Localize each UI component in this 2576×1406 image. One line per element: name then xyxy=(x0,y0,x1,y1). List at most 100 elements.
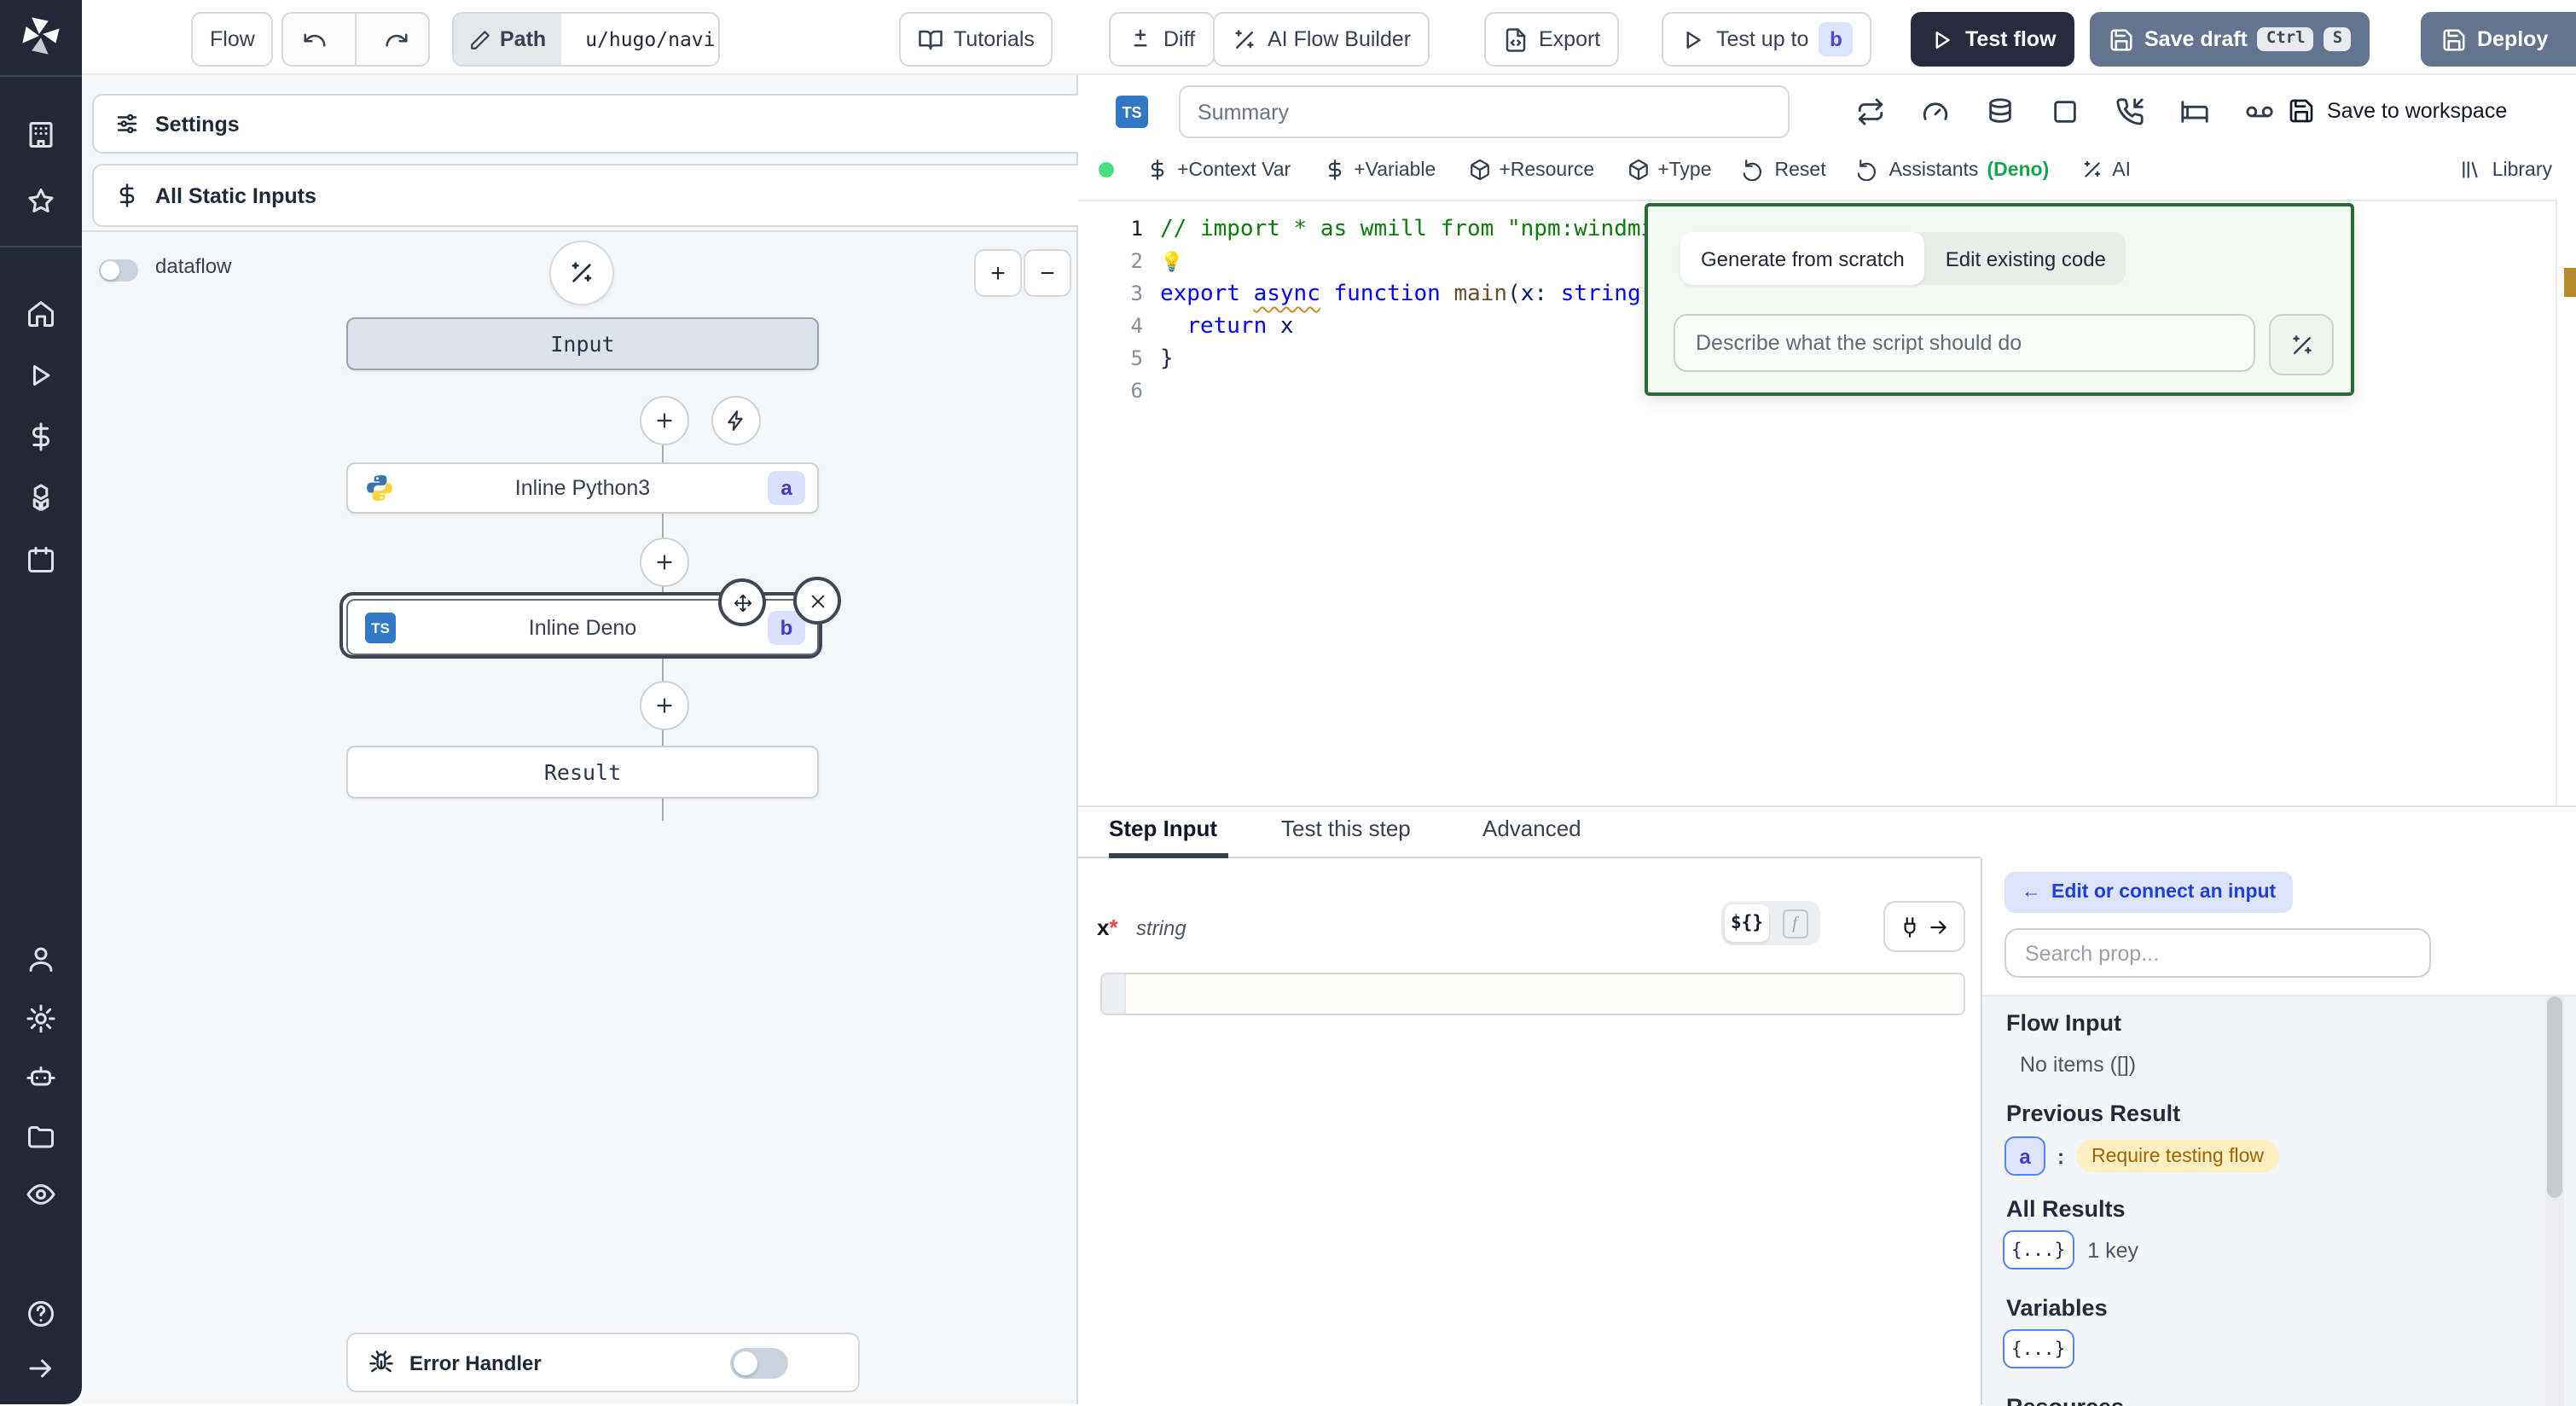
cache-icon[interactable] xyxy=(1986,97,2015,126)
add-step-button[interactable] xyxy=(640,396,689,445)
path-input[interactable] xyxy=(571,27,720,51)
edit-or-connect-button[interactable]: ← Edit or connect an input xyxy=(2005,872,2293,913)
function-mode-button[interactable]: f xyxy=(1772,904,1817,942)
zoom-out-button[interactable]: − xyxy=(1024,249,1071,297)
tutorials-button[interactable]: Tutorials xyxy=(899,12,1053,67)
flow-input-empty: No items ([]) xyxy=(2020,1053,2136,1077)
action-reset[interactable]: Reset xyxy=(1744,159,1826,181)
template-mode-button[interactable]: ${} xyxy=(1725,904,1769,942)
sliders-icon xyxy=(114,111,140,137)
action--resource[interactable]: +Resource xyxy=(1468,159,1594,181)
export-button[interactable]: Export xyxy=(1484,12,1619,67)
lightbulb-icon[interactable]: 💡 xyxy=(1160,251,1183,273)
test-flow-button[interactable]: Test flow xyxy=(1911,12,2075,67)
early-stop-icon[interactable] xyxy=(2051,97,2080,126)
search-prop-input[interactable] xyxy=(2005,928,2431,978)
delete-node-button[interactable] xyxy=(793,577,841,625)
scrollbar-track[interactable] xyxy=(2545,996,2564,1406)
expand-icon[interactable] xyxy=(26,1353,56,1384)
deploy-label: Deploy xyxy=(2477,27,2548,51)
line-number: 4 xyxy=(1078,311,1143,343)
field-x-input[interactable] xyxy=(1126,974,1964,1014)
add-step-button[interactable] xyxy=(640,537,689,587)
tab-advanced[interactable]: Advanced xyxy=(1482,816,1581,841)
line-number: 5 xyxy=(1078,343,1143,375)
save-draft-button[interactable]: Save draft Ctrl S xyxy=(2090,12,2370,67)
mock-icon[interactable] xyxy=(2245,97,2274,126)
node-input[interactable]: Input xyxy=(346,317,819,370)
concurrency-icon[interactable] xyxy=(1921,97,1950,126)
deploy-split-button: Deploy xyxy=(2421,12,2576,67)
node-result[interactable]: Result xyxy=(346,746,819,799)
scrollbar-thumb[interactable] xyxy=(2547,996,2562,1198)
wand-sparkles-icon xyxy=(1232,26,1257,52)
flow-settings-card[interactable]: Settings xyxy=(92,94,1109,154)
code-text: export async function main(x: string) { xyxy=(1160,278,1681,311)
tab-test-this-step[interactable]: Test this step xyxy=(1281,816,1411,841)
error-handler-toggle[interactable] xyxy=(730,1348,788,1379)
field-type: string xyxy=(1136,916,1186,940)
add-step-button[interactable] xyxy=(640,681,689,730)
retry-icon[interactable] xyxy=(1856,97,1885,126)
schedules-icon[interactable] xyxy=(26,544,56,575)
action-ai[interactable]: AI xyxy=(2081,159,2131,181)
action-label: +Variable xyxy=(1354,160,1436,180)
undo-button[interactable] xyxy=(283,14,345,65)
save-to-workspace-button[interactable]: Save to workspace xyxy=(2288,97,2507,125)
ai-generate-button[interactable] xyxy=(2269,314,2334,375)
ai-builder-circle-button[interactable] xyxy=(549,241,614,305)
library-button[interactable]: Library xyxy=(2460,159,2552,181)
reset-icon xyxy=(1859,159,1881,181)
step-editor-header: TS Save to workspace +Context Var+Variab… xyxy=(1078,75,2576,200)
flow-type-button[interactable]: Flow xyxy=(191,12,274,67)
action-assistants[interactable]: Assistants(Deno) xyxy=(1859,159,2050,181)
deploy-button[interactable]: Deploy xyxy=(2422,14,2567,65)
arrow-left-icon: ← xyxy=(2022,882,2041,903)
help-icon[interactable] xyxy=(26,1299,56,1329)
dataflow-toggle[interactable] xyxy=(99,259,138,282)
ai-flow-builder-button[interactable]: AI Flow Builder xyxy=(1213,12,1430,67)
kbd-ctrl: Ctrl xyxy=(2258,28,2314,51)
edit-path-button[interactable]: Path xyxy=(454,14,561,65)
ai-prompt-input[interactable] xyxy=(1674,314,2255,372)
audit-icon[interactable] xyxy=(26,1179,56,1210)
all-static-inputs-card[interactable]: All Static Inputs xyxy=(92,164,1109,227)
redo-button[interactable] xyxy=(367,14,428,65)
connect-input-button[interactable] xyxy=(1883,901,1965,952)
action--context-var[interactable]: +Context Var xyxy=(1146,159,1291,181)
prev-result-badge[interactable]: a xyxy=(2005,1136,2045,1176)
windmill-logo-icon[interactable] xyxy=(19,14,63,58)
action--type[interactable]: +Type xyxy=(1627,159,1711,181)
zoom-in-button[interactable]: + xyxy=(974,249,1022,297)
user-icon[interactable] xyxy=(26,944,56,974)
summary-input[interactable] xyxy=(1179,85,1790,138)
action--variable[interactable]: +Variable xyxy=(1323,159,1436,181)
save-icon xyxy=(2288,97,2315,125)
home-icon[interactable] xyxy=(26,299,56,329)
trigger-button[interactable] xyxy=(711,396,761,445)
tab-step-input[interactable]: Step Input xyxy=(1109,816,1217,841)
node-inline-python3[interactable]: Inline Python3 a xyxy=(346,462,819,514)
settings-icon[interactable] xyxy=(26,1002,56,1033)
tab-edit-existing-code[interactable]: Edit existing code xyxy=(1925,232,2126,285)
colon: : xyxy=(2057,1144,2064,1168)
object-expand-badge[interactable]: {...} xyxy=(2003,1230,2074,1269)
favorites-icon[interactable] xyxy=(26,186,56,217)
assistant-icon[interactable] xyxy=(26,1061,56,1092)
settings-label: Settings xyxy=(155,112,240,136)
object-expand-badge[interactable]: {...} xyxy=(2003,1329,2074,1368)
error-handler-label: Error Handler xyxy=(409,1351,542,1374)
diff-button[interactable]: Diff xyxy=(1109,12,1214,67)
error-handler-card[interactable]: Error Handler xyxy=(346,1333,860,1392)
resources-icon[interactable] xyxy=(26,483,56,514)
runs-icon[interactable] xyxy=(26,360,56,391)
suspend-icon[interactable] xyxy=(2115,97,2144,126)
move-node-button[interactable] xyxy=(718,578,766,626)
tab-generate-from-scratch[interactable]: Generate from scratch xyxy=(1680,232,1925,285)
folders-icon[interactable] xyxy=(26,1120,56,1151)
workspace-icon[interactable] xyxy=(26,119,56,150)
package-icon xyxy=(1627,159,1649,181)
sleep-icon[interactable] xyxy=(2180,97,2209,126)
variables-icon[interactable] xyxy=(26,421,56,452)
test-up-to-button[interactable]: Test up to b xyxy=(1662,12,1871,67)
